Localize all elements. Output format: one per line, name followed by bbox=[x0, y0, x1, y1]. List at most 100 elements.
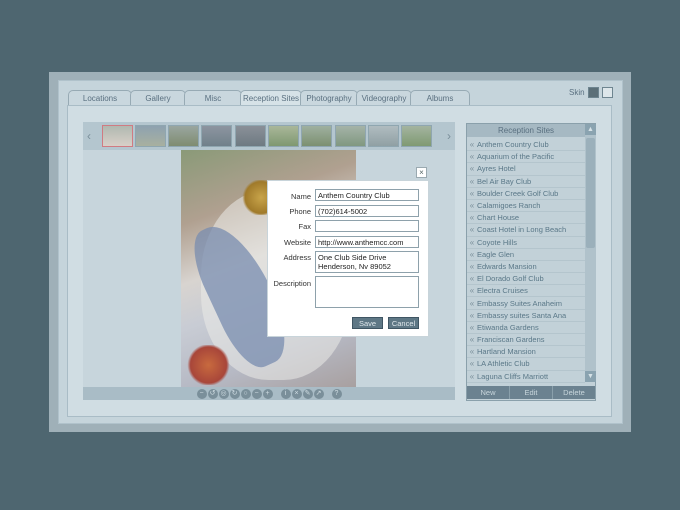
list-item[interactable]: «El Dorado Golf Club bbox=[467, 273, 585, 286]
tab-gallery[interactable]: Gallery bbox=[130, 90, 186, 106]
close-icon[interactable]: × bbox=[416, 167, 427, 178]
chevron-left-icon: « bbox=[469, 164, 475, 174]
zoom-out-icon[interactable]: − bbox=[196, 388, 207, 399]
tab-locations[interactable]: Locations bbox=[68, 90, 132, 106]
edit-button[interactable]: Edit bbox=[510, 386, 553, 399]
tab-videography[interactable]: Videography bbox=[356, 90, 412, 106]
skin-dark-swatch[interactable] bbox=[587, 87, 599, 98]
phone-label: Phone bbox=[289, 207, 311, 216]
tab-photography[interactable]: Photography bbox=[300, 90, 358, 106]
chevron-left-icon: « bbox=[469, 274, 475, 284]
list-item-label: Embassy suites Santa Ana bbox=[477, 310, 567, 320]
delete-button[interactable]: Delete bbox=[553, 386, 595, 399]
list-item-label: Eagle Glen bbox=[477, 249, 515, 259]
save-button[interactable]: Save bbox=[352, 317, 383, 329]
address-field[interactable]: One Club Side Drive Henderson, Nv 89052 bbox=[315, 251, 419, 273]
thumbnail[interactable] bbox=[102, 125, 133, 147]
chevron-left-icon: « bbox=[469, 261, 475, 271]
thumbnail[interactable] bbox=[201, 125, 232, 147]
list-item-label: El Dorado Golf Club bbox=[477, 274, 544, 284]
list-item-label: Electra Cruises bbox=[477, 286, 528, 296]
chevron-left-icon: « bbox=[469, 201, 475, 211]
tab-reception-sites[interactable]: Reception Sites bbox=[240, 90, 302, 106]
list-item-label: Franciscan Gardens bbox=[477, 335, 545, 345]
close-icon[interactable]: × bbox=[291, 388, 302, 399]
minus-icon[interactable]: − bbox=[251, 388, 262, 399]
thumbnail[interactable] bbox=[335, 125, 366, 147]
strip-prev-icon[interactable]: ‹ bbox=[84, 124, 94, 148]
list-item[interactable]: «Coast Hotel in Long Beach bbox=[467, 224, 585, 237]
rotate-right-icon[interactable]: ↻ bbox=[229, 388, 240, 399]
list-item[interactable]: «Embassy suites Santa Ana bbox=[467, 310, 585, 322]
list-item[interactable]: «Electra Cruises bbox=[467, 285, 585, 298]
list-item[interactable]: «Aquarium of the Pacific bbox=[467, 151, 585, 164]
cancel-button[interactable]: Cancel bbox=[388, 317, 419, 329]
description-field[interactable] bbox=[315, 276, 419, 308]
fax-field[interactable] bbox=[315, 220, 419, 232]
thumbnail[interactable] bbox=[168, 125, 199, 147]
chevron-left-icon: « bbox=[469, 322, 475, 332]
name-field[interactable]: Anthem Country Club bbox=[315, 189, 419, 201]
list-item[interactable]: «Edwards Mansion bbox=[467, 261, 585, 274]
strip-next-icon[interactable]: › bbox=[444, 124, 454, 148]
thumbnail[interactable] bbox=[368, 125, 399, 147]
rotate-left-icon[interactable]: ↺ bbox=[207, 388, 218, 399]
list-item-label: Anthem Country Club bbox=[477, 140, 549, 150]
thumbnail[interactable] bbox=[135, 125, 166, 147]
chevron-left-icon: « bbox=[469, 310, 475, 320]
list-item[interactable]: «Franciscan Gardens bbox=[467, 334, 585, 347]
list-item-label: Ayres Hotel bbox=[477, 164, 516, 174]
thumbnail[interactable] bbox=[301, 125, 332, 147]
list-item-label: Chart House bbox=[477, 213, 520, 223]
thumbnail[interactable] bbox=[235, 125, 266, 147]
list-item[interactable]: «Ayres Hotel bbox=[467, 163, 585, 176]
list-item[interactable]: «Laguna Cliffs Marriott bbox=[467, 371, 585, 383]
list-item[interactable]: «Etiwanda Gardens bbox=[467, 322, 585, 334]
info-icon[interactable]: i bbox=[280, 388, 291, 399]
list-item[interactable]: «Anthem Country Club bbox=[467, 139, 585, 152]
list-item[interactable]: «Boulder Creek Golf Club bbox=[467, 188, 585, 200]
skin-light-swatch[interactable] bbox=[601, 87, 613, 98]
list-item[interactable]: «Chart House bbox=[467, 212, 585, 225]
list-item-label: LA Athletic Club bbox=[477, 359, 530, 369]
scroll-up-icon[interactable]: ▲ bbox=[585, 124, 596, 135]
share-icon[interactable]: ↗ bbox=[313, 388, 324, 399]
scroll-thumb[interactable] bbox=[586, 138, 595, 248]
tab-misc[interactable]: Misc bbox=[184, 90, 242, 106]
list-header: Reception Sites bbox=[467, 124, 585, 137]
list-item-label: Aquarium of the Pacific bbox=[477, 152, 555, 162]
list-item[interactable]: «Bel Air Bay Club bbox=[467, 176, 585, 188]
list-item[interactable]: «Eagle Glen bbox=[467, 249, 585, 261]
chevron-left-icon: « bbox=[469, 286, 475, 296]
fit-icon[interactable]: ◎ bbox=[218, 388, 229, 399]
chevron-left-icon: « bbox=[469, 347, 475, 357]
list-item[interactable]: «Embassy Suites Anaheim bbox=[467, 297, 585, 310]
zoom-reset-icon[interactable]: ○ bbox=[240, 388, 251, 399]
website-label: Website bbox=[284, 238, 311, 247]
thumbnail[interactable] bbox=[268, 125, 299, 147]
name-label: Name bbox=[290, 192, 311, 201]
chevron-left-icon: « bbox=[469, 298, 475, 308]
plus-icon[interactable]: + bbox=[262, 388, 273, 399]
chevron-left-icon: « bbox=[469, 213, 475, 223]
list-item-label: Edwards Mansion bbox=[477, 261, 537, 271]
chevron-left-icon: « bbox=[469, 152, 475, 162]
list-item[interactable]: «Coyote Hills bbox=[467, 237, 585, 249]
list-item-label: Calamigoes Ranch bbox=[477, 201, 541, 211]
new-button[interactable]: New bbox=[467, 386, 510, 399]
list-scrollbar[interactable]: ▲ ▼ bbox=[585, 124, 596, 382]
scroll-down-icon[interactable]: ▼ bbox=[585, 371, 596, 382]
chevron-left-icon: « bbox=[469, 371, 475, 381]
tab-albums[interactable]: Albums bbox=[410, 90, 470, 106]
list-item[interactable]: «Hartland Mansion bbox=[467, 346, 585, 359]
list-item-label: Hartland Mansion bbox=[477, 347, 536, 357]
reception-sites-list: «Anthem Country Club «Aquarium of the Pa… bbox=[467, 139, 585, 383]
website-field[interactable]: http://www.anthemcc.com bbox=[315, 236, 419, 248]
phone-field[interactable]: (702)614-5002 bbox=[315, 205, 419, 217]
thumbnail[interactable] bbox=[401, 125, 432, 147]
list-item[interactable]: «Calamigoes Ranch bbox=[467, 200, 585, 213]
list-item[interactable]: «LA Athletic Club bbox=[467, 358, 585, 371]
edit-icon[interactable]: ✎ bbox=[302, 388, 313, 399]
chevron-left-icon: « bbox=[469, 176, 475, 186]
help-icon[interactable]: ? bbox=[331, 388, 342, 399]
